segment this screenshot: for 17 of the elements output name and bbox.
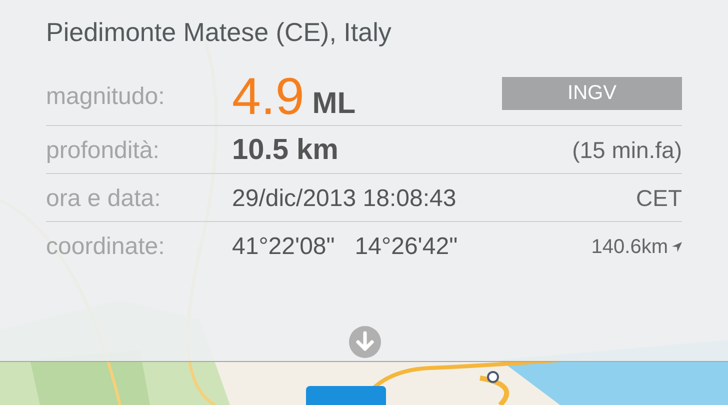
field-label: profondità: [46,136,160,164]
magnitude-value: 4.9 [232,68,304,124]
location-arrow-icon [672,242,682,252]
field-label: ora e data: [46,184,162,212]
field-value: 10.5 km [232,134,338,167]
field-note: CET [636,185,682,212]
field-label: coordinate: [46,233,166,261]
longitude-value: 14°26'42" [354,233,458,261]
field-label: magnitudo: [46,82,166,110]
field-note: (15 min.fa) [572,137,682,164]
field-value: 29/dic/2013 18:08:43 [232,184,456,212]
distance-value: 140.6km [591,236,668,258]
magnitude-unit: ML [312,86,356,120]
source-badge: INGV [502,77,682,110]
download-icon[interactable] [349,326,381,358]
latitude-value: 41°22'08" [232,233,335,261]
location-title: Piedimonte Matese (CE), Italy [46,16,392,48]
